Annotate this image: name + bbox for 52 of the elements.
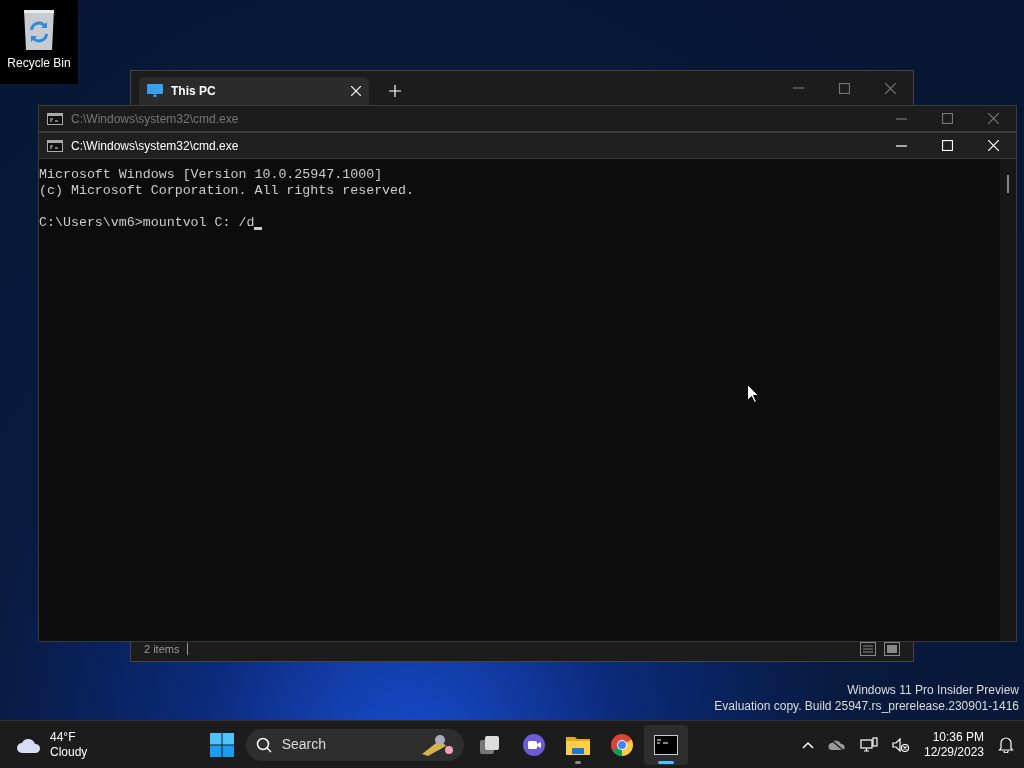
temperature-text: 44°F [50, 729, 77, 745]
maximize-icon [941, 140, 953, 151]
status-text: 2 items [144, 641, 180, 657]
tiles-view-icon[interactable] [884, 642, 900, 656]
bell-icon[interactable] [998, 736, 1014, 753]
console-icon [653, 734, 678, 755]
text-cursor [254, 227, 263, 230]
tab-title: This PC [171, 83, 217, 100]
minimize-icon [895, 144, 907, 147]
details-view-icon[interactable] [860, 642, 876, 656]
build-info-text: Windows 11 Pro Insider Preview [847, 682, 1019, 698]
scrollbar[interactable] [1000, 159, 1016, 641]
window-title: C:\Windows\system32\cmd.exe [71, 137, 240, 155]
search-icon [255, 736, 272, 753]
browser-icon [609, 732, 634, 757]
chevron-up-icon[interactable] [801, 740, 814, 749]
console-icon [47, 139, 63, 152]
running-indicator [574, 760, 581, 764]
network-icon[interactable] [859, 736, 878, 753]
console-icon [47, 112, 63, 125]
running-indicator [657, 760, 674, 764]
add-tab-icon[interactable] [389, 85, 401, 97]
taskbar-app[interactable] [643, 724, 688, 765]
tab[interactable]: This PC [139, 77, 369, 105]
monitor-icon [147, 83, 163, 99]
maximize-icon [838, 82, 850, 94]
speaker-muted-icon[interactable] [891, 736, 910, 753]
console-line: Microsoft Windows [Version 10.0.25947.1000] [39, 167, 383, 183]
console-prompt: C:\Users\vm6>mountvol C: /d [39, 215, 255, 231]
cloud-off-icon[interactable] [827, 737, 846, 752]
close-icon[interactable] [351, 86, 361, 96]
window-title: C:\Windows\system32\cmd.exe [71, 110, 240, 128]
clock[interactable]: 10:36 PM 12/29/2023 [923, 729, 984, 760]
close-icon [884, 82, 896, 94]
search-box[interactable]: Search [245, 728, 464, 761]
video-camera-icon [521, 732, 546, 757]
windows-logo-icon [209, 732, 234, 757]
build-info-text: Evaluation copy. Build 25947.rs_prerelease.230901-1416 [714, 698, 1019, 714]
close-icon [987, 140, 999, 151]
recycle-bin-icon [21, 8, 57, 50]
maximize-icon [941, 113, 953, 124]
minimize-icon [895, 117, 907, 120]
console-line: (c) Microsoft Corporation. All rights reserved. [39, 183, 415, 199]
search-placeholder: Search [281, 735, 327, 754]
mouse-pointer-icon [747, 384, 759, 403]
time-text: 10:36 PM [932, 729, 984, 745]
weather-condition-text: Cloudy [50, 744, 88, 760]
weather-widget[interactable]: 44°F Cloudy [16, 729, 88, 760]
minimize-icon [792, 87, 804, 89]
close-icon [987, 113, 999, 124]
desktop-icon[interactable]: Recycle Bin [0, 0, 78, 84]
date-text: 12/29/2023 [923, 744, 984, 760]
